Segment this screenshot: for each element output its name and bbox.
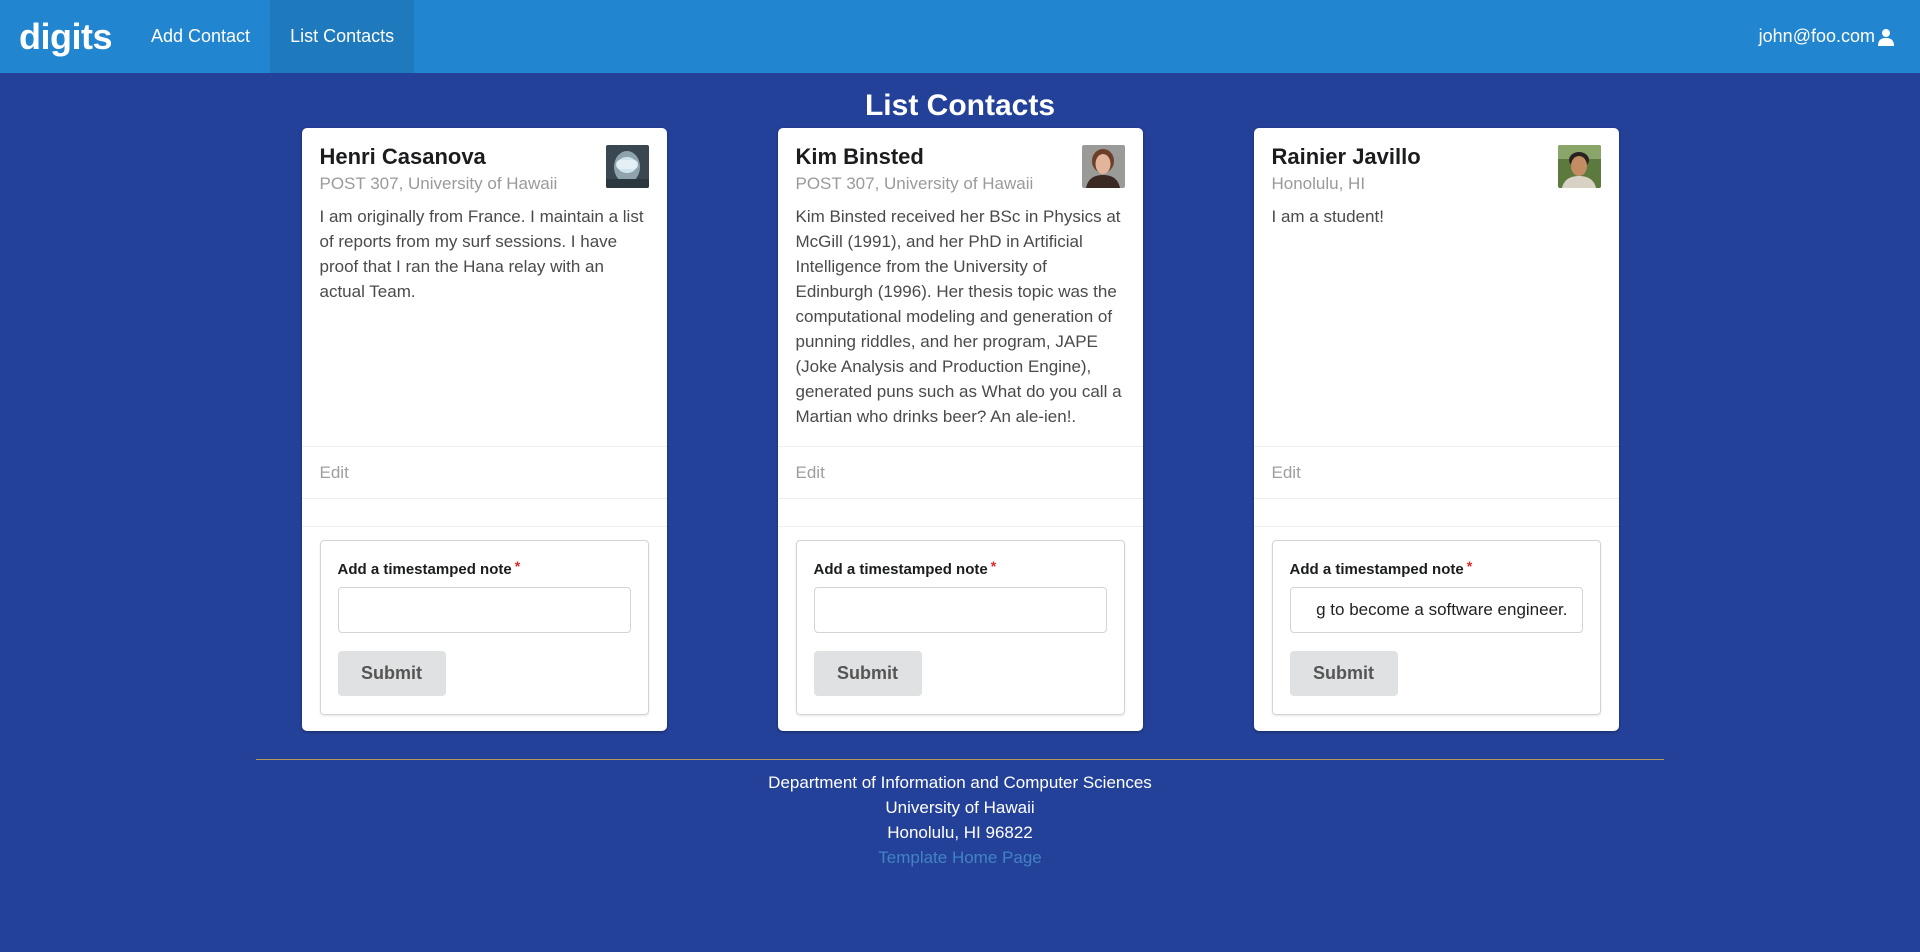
note-form-wrapper: Add a timestamped note * g to become a so…: [1253, 526, 1619, 715]
contact-card: Henri Casanova POST 307, University of H…: [301, 128, 667, 731]
card-content: Kim Binsted POST 307, University of Hawa…: [778, 128, 1143, 446]
contact-name: Kim Binsted: [795, 144, 924, 169]
note-input[interactable]: g to become a software engineer.: [1289, 587, 1583, 633]
page-title: List Contacts: [864, 89, 1056, 122]
contact-card: Kim Binsted POST 307, University of Hawa…: [777, 128, 1143, 731]
note-field-label: Add a timestamped note *: [1289, 558, 1583, 578]
contact-address: Honolulu, HI: [1271, 174, 1366, 193]
contacts-grid: Henri Casanova POST 307, University of H…: [0, 128, 1920, 731]
user-menu[interactable]: john@foo.com: [1759, 0, 1920, 73]
footer-address: Honolulu, HI 96822: [887, 823, 1033, 842]
note-label-text: Add a timestamped note: [813, 561, 988, 578]
contact-description: Kim Binsted received her BSc in Physics …: [795, 207, 1122, 426]
user-email: john@foo.com: [1758, 26, 1875, 46]
nav-list-contacts[interactable]: List Contacts: [270, 0, 415, 73]
contact-description: I am originally from France. I maintain …: [319, 207, 644, 301]
user-icon: [1877, 28, 1895, 46]
note-label-text: Add a timestamped note: [1289, 561, 1464, 578]
note-input[interactable]: [337, 587, 631, 633]
nav-add-contact[interactable]: Add Contact: [131, 0, 270, 73]
required-marker: *: [514, 558, 521, 574]
note-form: Add a timestamped note * g to become a so…: [1271, 540, 1601, 715]
contact-description: I am a student!: [1271, 207, 1384, 226]
footer-department: Department of Information and Computer S…: [768, 773, 1152, 792]
edit-link[interactable]: Edit: [1253, 446, 1619, 498]
note-field-label: Add a timestamped note *: [337, 558, 631, 578]
note-form: Add a timestamped note * Submit: [795, 540, 1125, 715]
submit-button[interactable]: Submit: [337, 651, 446, 696]
note-input[interactable]: [813, 587, 1107, 633]
notes-list: [777, 498, 1143, 526]
note-form-wrapper: Add a timestamped note * Submit: [777, 526, 1143, 715]
submit-button[interactable]: Submit: [813, 651, 922, 696]
required-marker: *: [1466, 558, 1473, 574]
notes-list: [301, 498, 667, 526]
contact-card: Rainier Javillo Honolulu, HI I am a stud…: [1253, 128, 1619, 731]
notes-list: [1253, 498, 1619, 526]
footer: Department of Information and Computer S…: [256, 759, 1664, 870]
footer-university: University of Hawaii: [885, 798, 1035, 817]
avatar: [1557, 145, 1601, 188]
note-form-wrapper: Add a timestamped note * Submit: [301, 526, 667, 715]
note-form: Add a timestamped note * Submit: [319, 540, 649, 715]
contact-name: Henri Casanova: [319, 144, 486, 169]
note-input-value: g to become a software engineer.: [1316, 600, 1568, 619]
card-content: Rainier Javillo Honolulu, HI I am a stud…: [1254, 128, 1619, 446]
edit-link[interactable]: Edit: [777, 446, 1143, 498]
note-field-label: Add a timestamped note *: [813, 558, 1107, 578]
contact-address: POST 307, University of Hawaii: [319, 174, 558, 193]
top-navbar: digits Add Contact List Contacts john@fo…: [0, 0, 1920, 73]
required-marker: *: [990, 558, 997, 574]
card-content: Henri Casanova POST 307, University of H…: [302, 128, 667, 446]
avatar: [1081, 145, 1125, 188]
brand-logo[interactable]: digits: [0, 0, 131, 73]
contact-address: POST 307, University of Hawaii: [795, 174, 1034, 193]
note-label-text: Add a timestamped note: [337, 561, 512, 578]
template-home-link[interactable]: Template Home Page: [878, 848, 1041, 867]
contact-name: Rainier Javillo: [1271, 144, 1421, 169]
submit-button[interactable]: Submit: [1289, 651, 1398, 696]
edit-link[interactable]: Edit: [301, 446, 667, 498]
avatar: [605, 145, 649, 188]
